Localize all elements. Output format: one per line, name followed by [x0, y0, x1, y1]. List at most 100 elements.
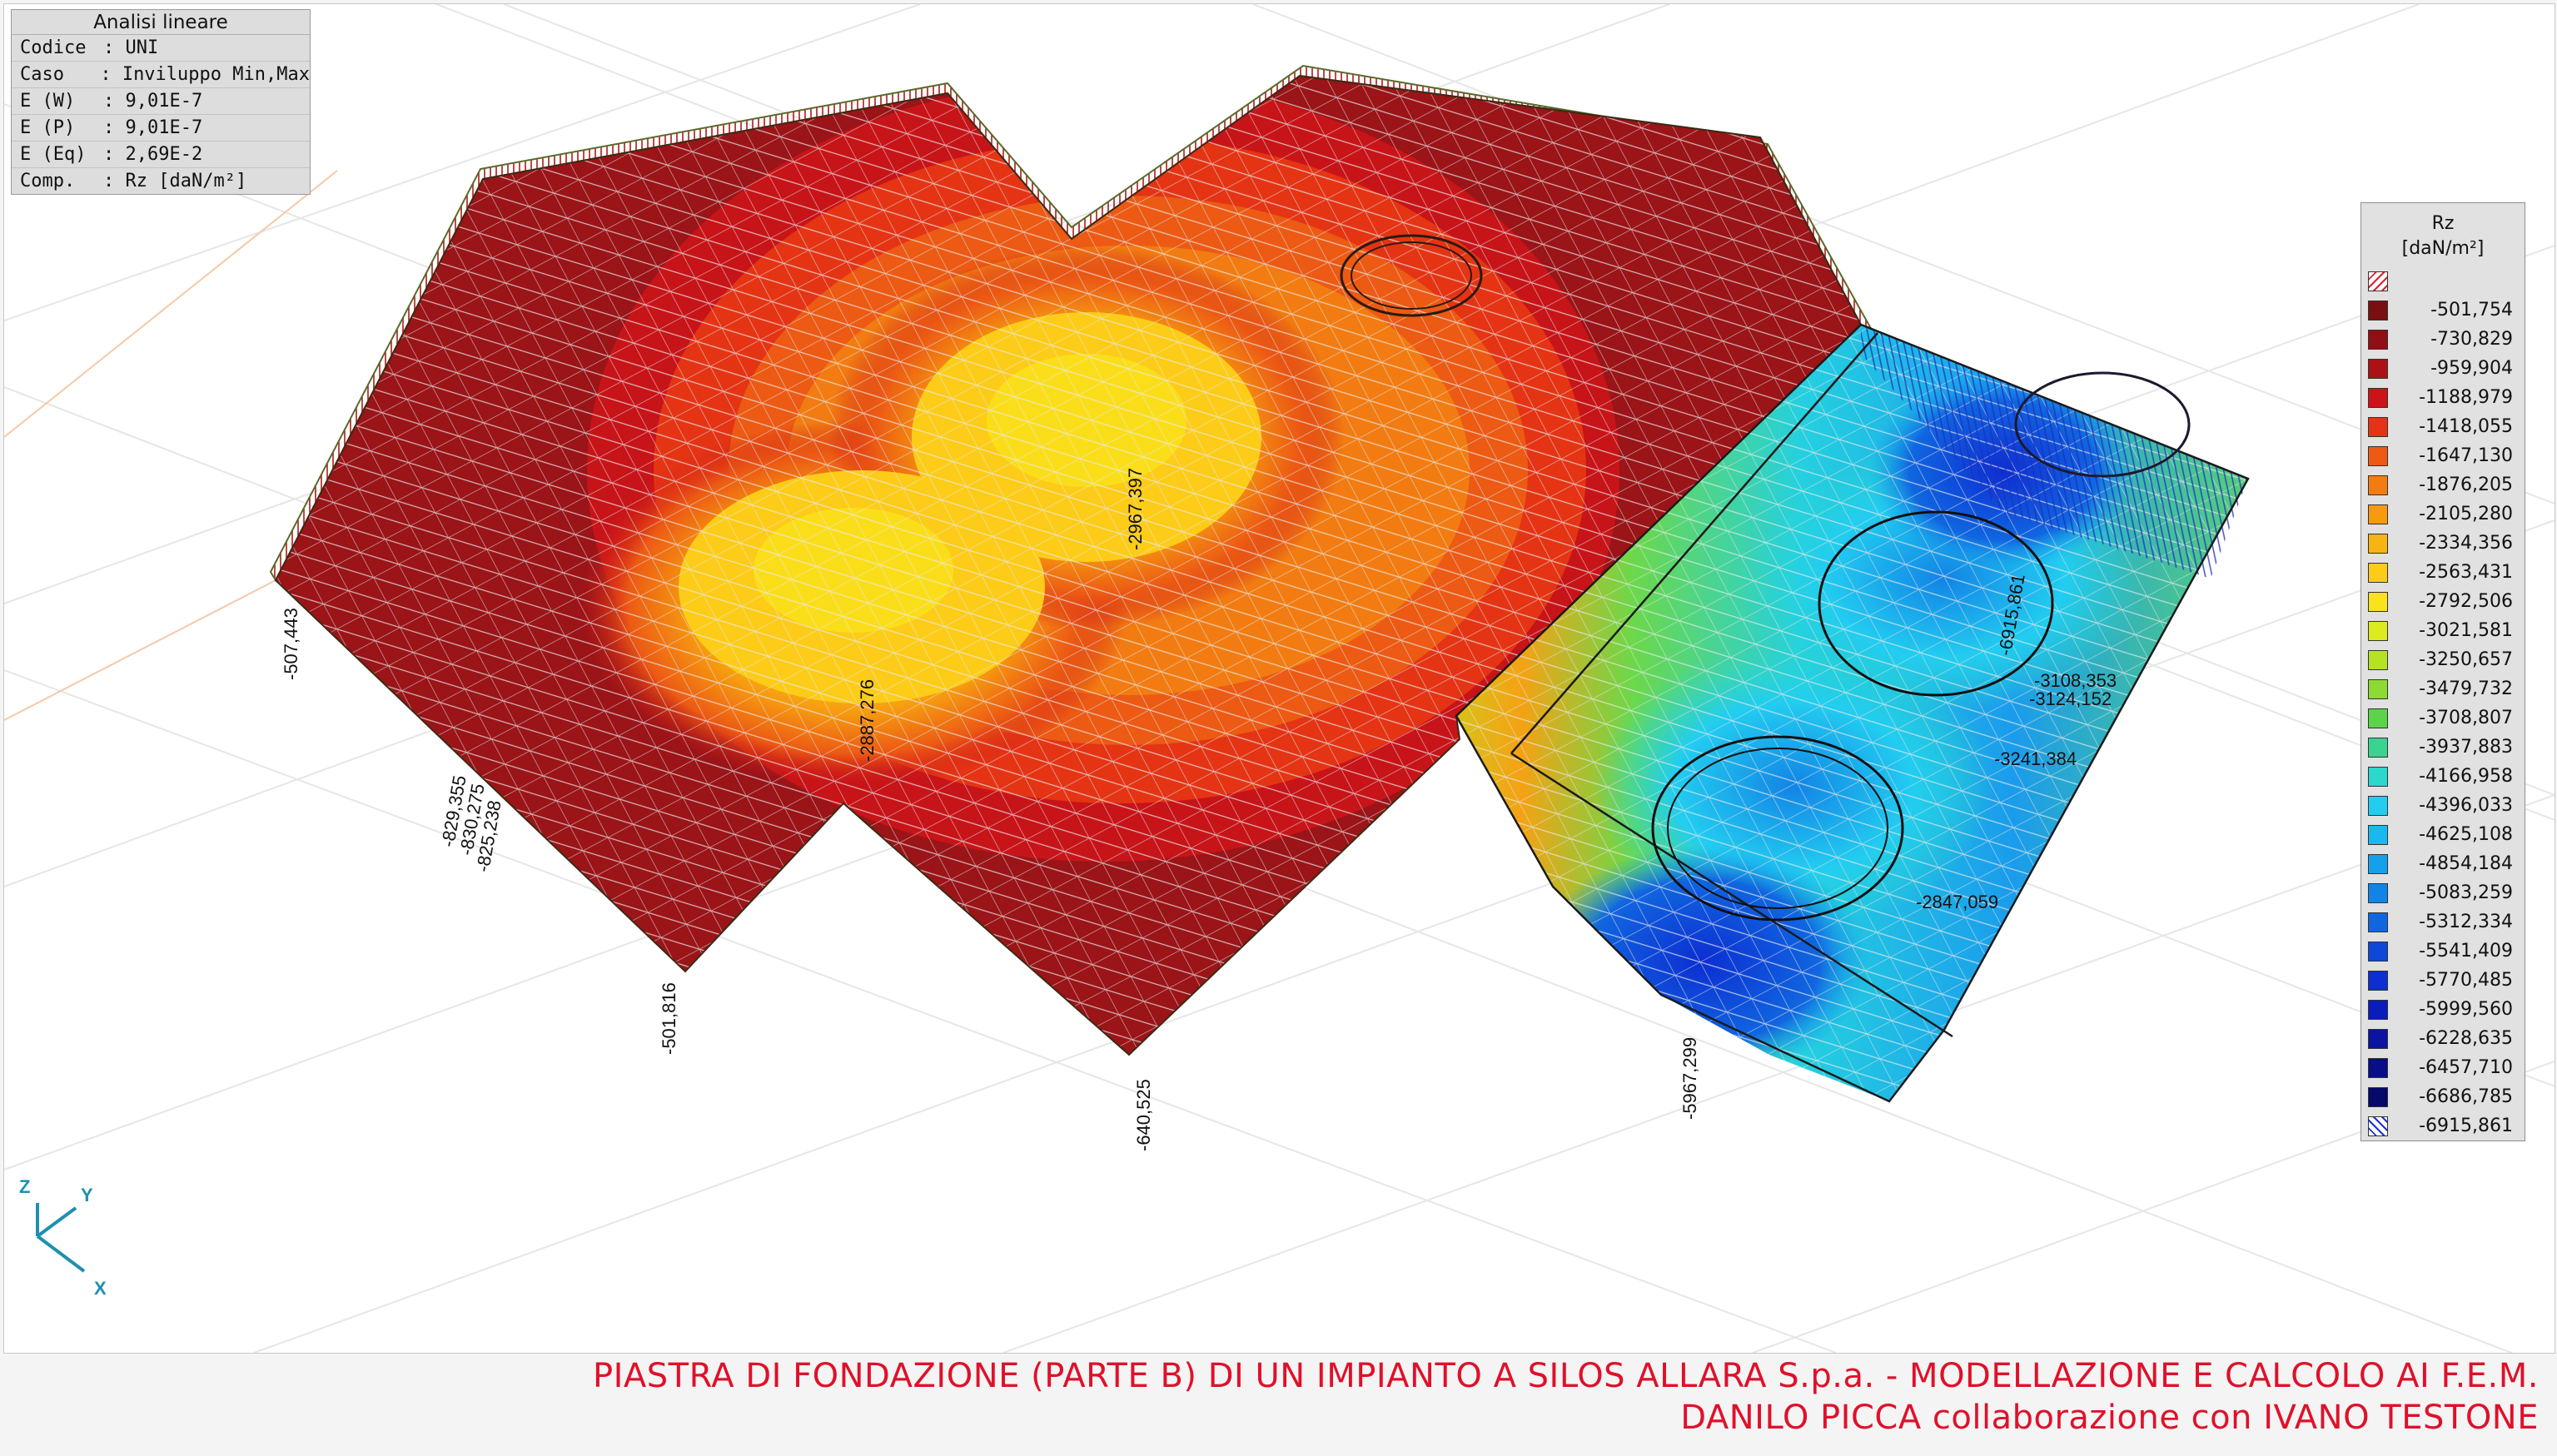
legend-swatch [2368, 649, 2388, 670]
mesh-value-label: -507,443 [281, 608, 301, 680]
info-row: E (P): 9,01E-7 [12, 115, 310, 142]
mesh-value-label: -2967,397 [1125, 467, 1146, 550]
legend-value: -2563,431 [2419, 562, 2513, 583]
fem-scene[interactable]: Z Y X [4, 4, 2555, 1353]
legend-swatch [2368, 708, 2388, 728]
legend-swatch [2368, 475, 2388, 495]
axis-x-label: X [94, 1278, 107, 1299]
legend-value: -3250,657 [2419, 649, 2513, 670]
legend-value: -1876,205 [2419, 475, 2513, 495]
legend-value: -6228,635 [2419, 1028, 2513, 1049]
analysis-title: Analisi lineare [12, 10, 310, 35]
legend-item: -1876,205 [2361, 470, 2525, 499]
legend-item: -5999,560 [2361, 995, 2525, 1024]
info-key: E (W) [20, 91, 76, 112]
legend-value: -730,829 [2430, 329, 2513, 350]
footer-credits: DANILO PICCA collaborazione con IVANO TE… [1680, 1399, 2539, 1437]
legend-value: -4625,108 [2419, 824, 2513, 845]
hatch-blue-swatch [2368, 1116, 2388, 1136]
legend-value: -3708,807 [2419, 708, 2513, 728]
info-value: : Rz [daN/m²] [103, 171, 247, 191]
info-key: Codice [20, 37, 87, 58]
legend-item: -1418,055 [2361, 412, 2525, 441]
legend-item: -730,829 [2361, 325, 2525, 354]
mesh-value-label: -5967,299 [1679, 1036, 1700, 1120]
legend-item: -4396,033 [2361, 791, 2525, 820]
legend-swatch [2368, 853, 2388, 874]
legend-swatch [2368, 329, 2388, 350]
legend-item: -5770,485 [2361, 966, 2525, 995]
legend-swatch [2368, 562, 2388, 583]
info-row: Codice : UNI [12, 35, 310, 62]
info-value: : 2,69E-2 [103, 144, 203, 165]
model-viewport[interactable]: Z Y X -507,443 -829,355 -830,275 -825,23… [3, 3, 2555, 1354]
legend-value: -3937,883 [2419, 737, 2513, 758]
legend-item: -3708,807 [2361, 703, 2525, 733]
info-value: : 9,01E-7 [103, 91, 203, 112]
info-key: E (P) [20, 117, 76, 138]
legend-value: -6915,861 [2419, 1116, 2513, 1136]
mesh-value-label: -3124,152 [2029, 688, 2112, 709]
info-row: E (W) : 9,01E-7 [12, 88, 310, 115]
legend-row-top [2361, 266, 2525, 296]
legend-swatch [2368, 737, 2388, 758]
mesh-value-label: -2847,059 [1916, 892, 1999, 912]
legend-swatch [2368, 591, 2388, 612]
legend-item: -1647,130 [2361, 441, 2525, 470]
legend-item: -1188,979 [2361, 383, 2525, 412]
legend-item: -5541,409 [2361, 937, 2525, 966]
legend-value: -5083,259 [2419, 882, 2513, 903]
legend-item: -6457,710 [2361, 1053, 2525, 1082]
legend-swatch [2368, 387, 2388, 408]
legend-item: -4166,958 [2361, 762, 2525, 791]
legend-value: -4166,958 [2419, 766, 2513, 787]
legend-header: Rz [daN/m²] [2361, 203, 2525, 266]
legend-swatch [2368, 824, 2388, 845]
legend-value: -3479,732 [2419, 678, 2513, 699]
legend-item: -3250,657 [2361, 645, 2525, 674]
axis-z-label: Z [19, 1176, 30, 1197]
info-row: E (Eq): 2,69E-2 [12, 142, 310, 168]
legend-item: -4625,108 [2361, 820, 2525, 849]
legend-item: -959,904 [2361, 354, 2525, 383]
legend-swatch [2368, 300, 2388, 321]
legend-rows: -501,754 -730,829 -959,904 -1188,979 -1418,0… [2361, 296, 2525, 1140]
legend-swatch [2368, 533, 2388, 554]
info-key: Comp. [20, 171, 76, 191]
axis-y-line [36, 1206, 77, 1238]
legend-swatch [2368, 912, 2388, 932]
legend-value: -1418,055 [2419, 416, 2513, 437]
mesh-value-label: -3241,384 [1994, 748, 2077, 769]
legend-value: -2792,506 [2419, 591, 2513, 612]
legend-item: -5312,334 [2361, 907, 2525, 937]
legend-value: -2105,280 [2419, 504, 2513, 524]
legend-item: -2792,506 [2361, 587, 2525, 616]
legend-item: -6686,785 [2361, 1082, 2525, 1111]
legend-item: -6915,861 [2361, 1111, 2525, 1140]
legend-swatch [2368, 358, 2388, 379]
legend-swatch [2368, 620, 2388, 641]
legend-value: -5770,485 [2419, 970, 2513, 991]
legend-value: -5312,334 [2419, 912, 2513, 932]
legend-value: -501,754 [2430, 300, 2513, 321]
legend-swatch [2368, 1028, 2388, 1049]
legend-value: -5999,560 [2419, 999, 2513, 1020]
legend-item: -2334,356 [2361, 529, 2525, 558]
legend-item: -4854,184 [2361, 849, 2525, 878]
legend-swatch [2368, 504, 2388, 524]
legend-value: -4854,184 [2419, 853, 2513, 874]
info-row: Comp. : Rz [daN/m²] [12, 168, 310, 194]
legend-item: -5083,259 [2361, 878, 2525, 907]
mesh-value-label: -2887,276 [857, 678, 878, 762]
legend-value: -5541,409 [2419, 941, 2513, 962]
legend-value: -2334,356 [2419, 533, 2513, 554]
legend-value: -1188,979 [2419, 387, 2513, 408]
axis-triad [36, 1203, 86, 1273]
info-value: : UNI [103, 37, 159, 58]
legend-item: -501,754 [2361, 296, 2525, 325]
legend-value: -1647,130 [2419, 445, 2513, 466]
legend-swatch [2368, 416, 2388, 437]
legend-unit: [daN/m²] [2401, 238, 2485, 259]
legend-title: Rz [2431, 213, 2455, 234]
legend-swatch [2368, 882, 2388, 903]
